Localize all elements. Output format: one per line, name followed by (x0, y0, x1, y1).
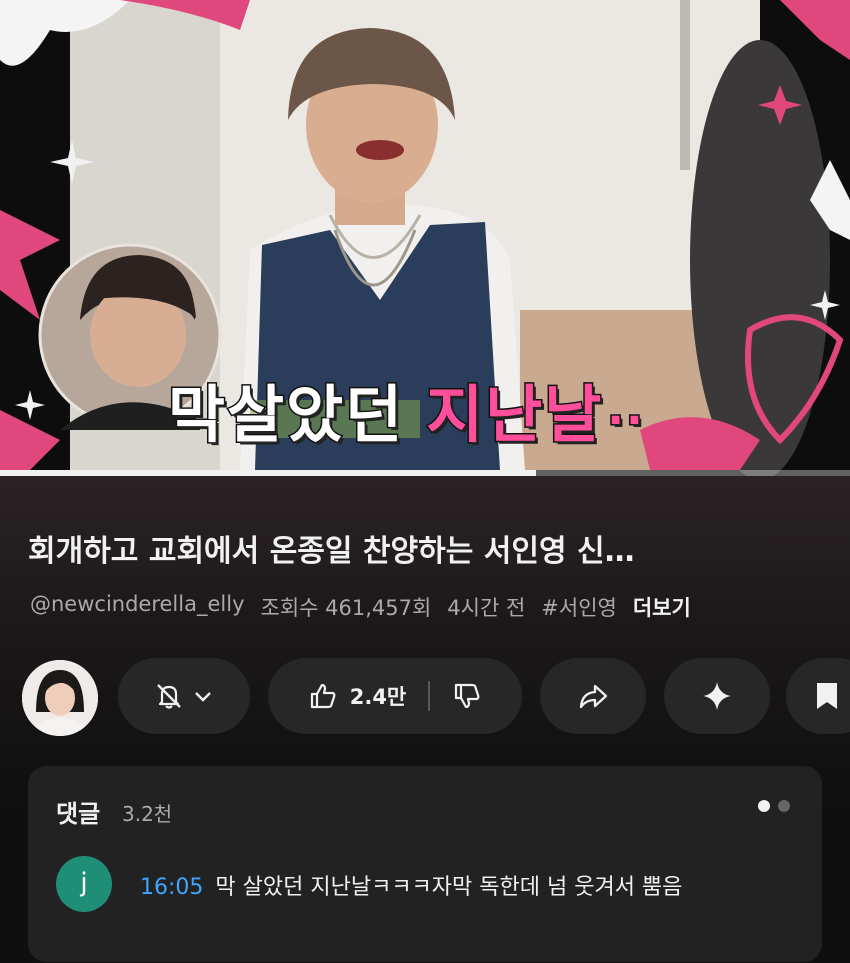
subscribe-bell-button[interactable] (118, 658, 250, 734)
save-button[interactable] (786, 658, 850, 734)
comments-card[interactable]: 댓글 3.2천 j 16:05 막 살았던 지난날ㅋㅋㅋ자막 독한데 넘 웃겨서 … (28, 766, 822, 962)
like-divider (428, 681, 431, 711)
comments-title: 댓글 (56, 800, 101, 828)
carousel-dots (758, 800, 790, 812)
more-button[interactable]: 더보기 (633, 592, 691, 622)
comment-text: 막 살았던 지난날ㅋㅋㅋ자막 독한데 넘 웃겨서 뿜음 (215, 875, 683, 900)
like-count: 2.4만 (349, 685, 407, 709)
video-caption: 막살았던 지난날 .. (166, 364, 645, 454)
video-player[interactable]: 막살았던 지난날 .. (0, 0, 850, 476)
top-comment: 16:05 막 살았던 지난날ㅋㅋㅋ자막 독한데 넘 웃겨서 뿜음 (140, 869, 682, 901)
avatar-image (22, 660, 98, 736)
video-meta: @newcinderella_elly 조회수 461,457회 4시간 전 #… (30, 592, 691, 622)
ask-ai-button[interactable] (664, 658, 770, 734)
thumbs-down-icon[interactable] (452, 681, 482, 711)
share-button[interactable] (540, 658, 646, 734)
dot-inactive (778, 800, 790, 812)
sparkle-icon (700, 679, 734, 713)
dot-active (758, 800, 770, 812)
caption-white-text: 막살았던 (166, 377, 405, 453)
thumbs-up-icon[interactable] (308, 681, 338, 711)
video-info-panel: 회개하고 교회에서 온종일 찬양하는 서인영 신… @newcinderella… (0, 476, 850, 963)
caption-pink-text: 지난날 (425, 377, 604, 453)
comment-timestamp-link[interactable]: 16:05 (140, 875, 203, 900)
channel-handle[interactable]: @newcinderella_elly (30, 592, 245, 622)
like-dislike-button[interactable]: 2.4만 (268, 658, 522, 734)
bell-off-icon (154, 681, 184, 711)
action-bar: 2.4만 (0, 658, 850, 736)
hashtag-link[interactable]: #서인영 (541, 592, 617, 622)
caption-dots: .. (606, 382, 645, 436)
chevron-down-icon (192, 685, 214, 707)
share-icon (576, 679, 610, 713)
upload-age: 4시간 전 (447, 596, 526, 620)
comments-count: 3.2천 (122, 802, 173, 826)
bookmark-icon (812, 680, 842, 712)
view-count: 조회수 461,457회 (260, 596, 432, 620)
channel-avatar[interactable] (22, 660, 98, 736)
video-title[interactable]: 회개하고 교회에서 온종일 찬양하는 서인영 신… (28, 526, 828, 570)
commenter-avatar: j (56, 856, 112, 912)
